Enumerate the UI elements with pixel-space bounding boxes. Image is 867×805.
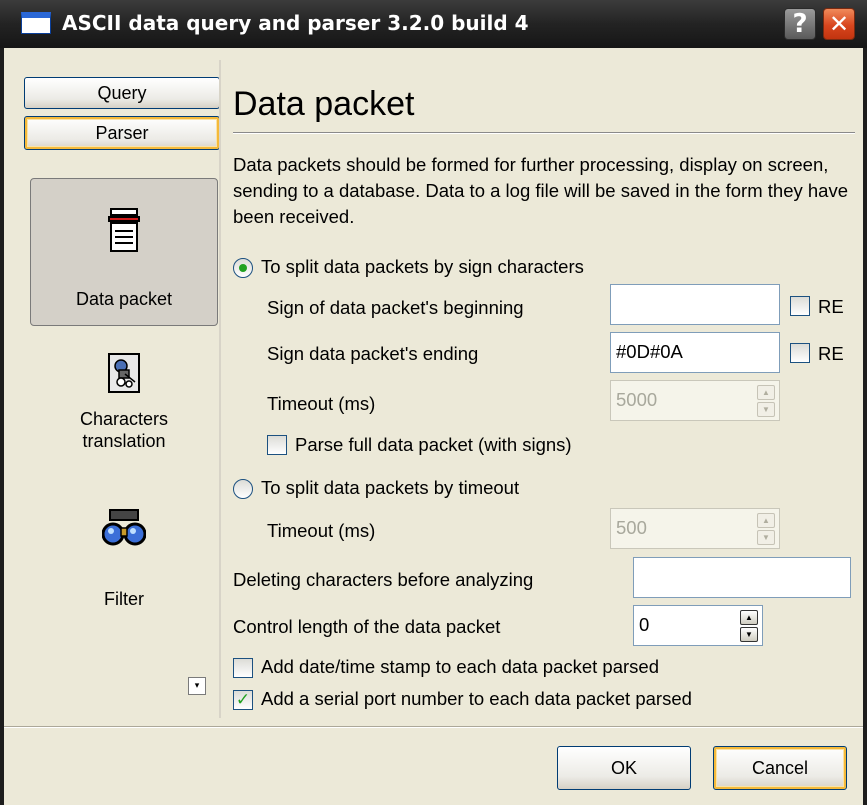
- nav-item-label: translation: [82, 431, 166, 451]
- control-length-label: Control length of the data packet: [233, 616, 501, 637]
- nav-item-filter[interactable]: Filter: [30, 500, 218, 620]
- app-window-icon: [21, 12, 51, 34]
- window-title: ASCII data query and parser 3.2.0 build …: [62, 11, 529, 35]
- sign-timeout-spinbox[interactable]: 5000 ▲ ▼: [610, 380, 780, 421]
- begin-sign-input[interactable]: [610, 284, 780, 325]
- parse-full-label: Parse full data packet (with signs): [295, 434, 572, 455]
- parser-tab-button[interactable]: Parser: [24, 116, 220, 150]
- packet-timeout-spinbox[interactable]: 500 ▲ ▼: [610, 508, 780, 549]
- side-navigation: Query Parser Data packet Characters tran…: [14, 60, 220, 718]
- query-tab-button[interactable]: Query: [24, 77, 220, 109]
- sign-timeout-label: Timeout (ms): [267, 393, 376, 414]
- nav-item-characters-translation[interactable]: Characters translation: [30, 338, 218, 478]
- end-sign-input[interactable]: #0D#0A: [610, 332, 780, 373]
- nav-scroll-down-button[interactable]: ▾: [188, 677, 206, 695]
- begin-sign-re-label: RE: [818, 296, 844, 317]
- settings-panel: Data packet Data packets should be forme…: [233, 60, 863, 720]
- add-port-label: Add a serial port number to each data pa…: [261, 688, 692, 709]
- packet-timeout-value: 500: [616, 517, 647, 538]
- packet-timeout-spinner[interactable]: ▲ ▼: [757, 513, 775, 545]
- delete-chars-label: Deleting characters before analyzing: [233, 569, 534, 590]
- control-length-value: 0: [639, 614, 650, 635]
- begin-sign-re-checkbox[interactable]: [790, 296, 810, 316]
- sign-timeout-value: 5000: [616, 389, 658, 410]
- control-length-spinbox[interactable]: 0 ▲ ▼: [633, 605, 763, 646]
- end-sign-re-label: RE: [818, 343, 844, 364]
- packet-timeout-label: Timeout (ms): [267, 520, 376, 541]
- begin-sign-label: Sign of data packet's beginning: [267, 297, 524, 318]
- page-title: Data packet: [233, 85, 415, 123]
- end-sign-re-checkbox[interactable]: [790, 343, 810, 363]
- end-sign-label: Sign data packet's ending: [267, 343, 479, 364]
- spin-up-icon[interactable]: ▲: [757, 513, 775, 528]
- title-divider-highlight: [233, 133, 855, 134]
- translation-icon: [107, 352, 141, 399]
- packet-icon: [107, 207, 141, 258]
- nav-item-label: Data packet: [75, 289, 173, 309]
- delete-chars-input[interactable]: [633, 557, 851, 598]
- nav-item-label: Characters: [79, 409, 169, 429]
- cancel-button[interactable]: Cancel: [713, 746, 847, 790]
- footer-divider-highlight: [4, 727, 863, 728]
- dialog-window: ASCII data query and parser 3.2.0 build …: [0, 0, 867, 805]
- ok-button[interactable]: OK: [557, 746, 691, 790]
- spin-up-icon[interactable]: ▲: [757, 385, 775, 400]
- spin-down-icon[interactable]: ▼: [740, 627, 758, 642]
- spin-down-icon[interactable]: ▼: [757, 530, 775, 545]
- sign-timeout-spinner[interactable]: ▲ ▼: [757, 385, 775, 417]
- checkmark-icon: ✓: [235, 690, 251, 710]
- nav-item-label: Filter: [104, 589, 144, 609]
- add-port-checkbox[interactable]: ✓: [233, 690, 253, 710]
- split-by-timeout-label: To split data packets by timeout: [261, 477, 520, 498]
- spin-down-icon[interactable]: ▼: [757, 402, 775, 417]
- split-by-timeout-radio[interactable]: [233, 479, 253, 499]
- add-timestamp-label: Add date/time stamp to each data packet …: [261, 656, 659, 677]
- split-by-signs-label: To split data packets by sign characters: [261, 256, 584, 277]
- page-description: Data packets should be formed for furthe…: [233, 154, 848, 227]
- nav-item-data-packet[interactable]: Data packet: [30, 178, 218, 326]
- add-timestamp-checkbox[interactable]: [233, 658, 253, 678]
- parse-full-checkbox[interactable]: [267, 435, 287, 455]
- title-bar[interactable]: ASCII data query and parser 3.2.0 build …: [0, 0, 867, 48]
- nav-divider: [219, 60, 221, 718]
- help-button[interactable]: ?: [784, 8, 816, 40]
- binoculars-icon: [101, 508, 147, 553]
- control-length-spinner[interactable]: ▲ ▼: [740, 610, 758, 642]
- close-button[interactable]: ✕: [823, 8, 855, 40]
- spin-up-icon[interactable]: ▲: [740, 610, 758, 625]
- split-by-signs-radio[interactable]: [233, 258, 253, 278]
